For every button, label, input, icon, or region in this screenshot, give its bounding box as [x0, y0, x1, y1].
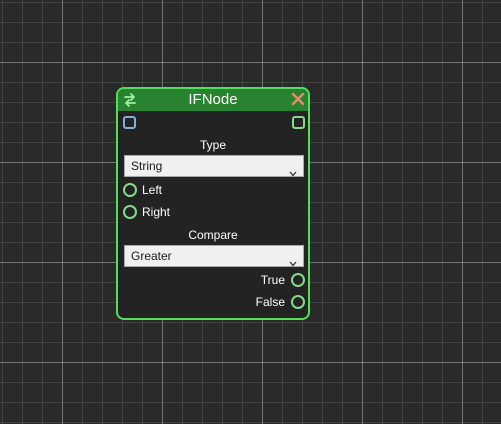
close-icon[interactable] [291, 92, 305, 106]
exec-output-port[interactable] [292, 116, 305, 129]
input-port-right[interactable]: Right [123, 204, 223, 220]
type-label: Type [199, 138, 226, 152]
node-header[interactable]: IFNode [118, 89, 308, 111]
exec-input-port[interactable] [123, 116, 136, 129]
input-port-right-circle[interactable] [123, 205, 137, 219]
type-dropdown[interactable]: String [124, 155, 304, 177]
compare-label: Compare [188, 228, 238, 242]
output-port-false[interactable]: False [205, 294, 305, 310]
output-port-true-circle[interactable] [291, 273, 305, 287]
input-port-left-circle[interactable] [123, 183, 137, 197]
chevron-down-icon [289, 253, 297, 267]
output-port-false-circle[interactable] [291, 295, 305, 309]
output-port-true[interactable]: True [205, 272, 305, 288]
compare-dropdown[interactable]: Greater [124, 245, 304, 267]
input-port-left[interactable]: Left [123, 182, 223, 198]
output-port-true-label: True [260, 273, 285, 287]
input-port-left-label: Left [142, 183, 163, 197]
node-title: IFNode [188, 91, 238, 108]
chevron-down-icon [289, 163, 297, 177]
if-node[interactable]: IFNode Type String Left Right Compare Gr… [116, 87, 310, 320]
input-port-right-label: Right [142, 205, 171, 219]
compare-dropdown-value: Greater [131, 249, 172, 263]
output-port-false-label: False [255, 295, 285, 309]
type-dropdown-value: String [131, 159, 163, 173]
